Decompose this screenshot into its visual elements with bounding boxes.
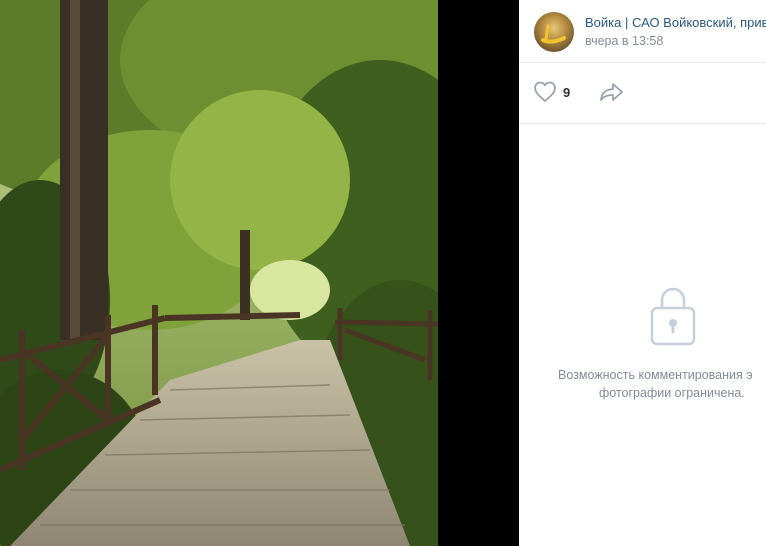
comments-restricted-message: Возможность комментирования э фотографии… [558,366,766,402]
author-name-link[interactable]: Войка | САО Войковский, прив [585,15,766,30]
share-button[interactable] [599,82,624,107]
post-photo[interactable] [0,0,438,546]
avatar[interactable] [534,12,574,52]
avatar-logo-icon [541,24,566,44]
post-header: Войка | САО Войковский, прив вчера в 13:… [519,0,766,63]
post-date[interactable]: вчера в 13:58 [585,34,663,48]
viewer-backdrop[interactable] [438,0,519,546]
like-button[interactable]: 9 [533,81,570,103]
restricted-line-2: фотографии ограничена. [599,386,745,400]
restricted-line-1: Возможность комментирования э [558,368,753,382]
share-arrow-icon [600,83,623,101]
like-count: 9 [563,84,571,100]
forest-path-image [0,0,438,546]
post-side-panel: Войка | САО Войковский, прив вчера в 13:… [519,0,766,546]
post-actions: 9 [519,63,766,124]
lock-icon [650,287,696,346]
heart-icon [534,81,556,102]
comments-lock [650,286,696,351]
